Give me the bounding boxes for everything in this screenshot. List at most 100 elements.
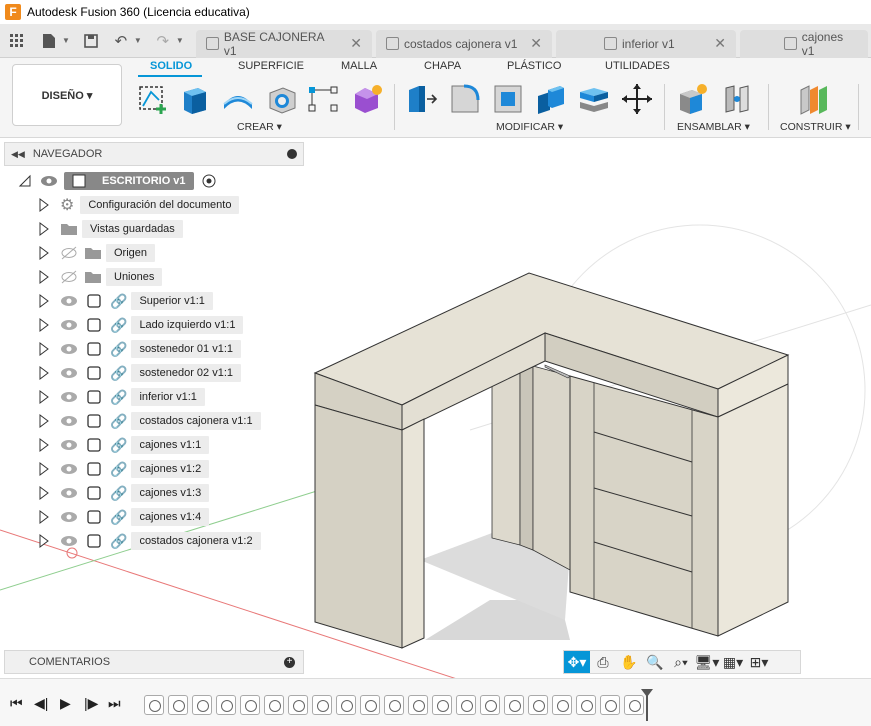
joint-icon[interactable] [720, 82, 754, 116]
workspace-switcher-button[interactable]: DISEÑO ▾ [12, 64, 122, 126]
comments-panel-header[interactable]: COMENTARIOS + [4, 650, 304, 674]
tree-item[interactable]: 🔗 cajones v1:1 [38, 434, 210, 456]
tree-item[interactable]: Vistas guardadas [38, 218, 183, 240]
expand-triangle-icon[interactable] [38, 246, 50, 260]
redo-dropdown-icon[interactable]: ▼ [176, 36, 184, 45]
timeline-feature[interactable] [432, 695, 452, 715]
close-icon[interactable]: ✕ [518, 35, 542, 52]
eye-icon[interactable] [60, 486, 78, 500]
tree-item[interactable]: 🔗 inferior v1:1 [38, 386, 205, 408]
step-back-icon[interactable]: ◀| [34, 695, 48, 712]
press-pull-icon[interactable] [405, 82, 439, 116]
tab-malla[interactable]: MALLA [341, 60, 377, 72]
group-label-crear[interactable]: CREAR ▾ [237, 121, 282, 133]
timeline-feature[interactable] [312, 695, 332, 715]
timeline-feature[interactable] [624, 695, 644, 715]
eye-icon[interactable] [40, 174, 58, 188]
step-forward-icon[interactable]: |▶ [84, 695, 98, 712]
timeline-track[interactable] [140, 687, 653, 721]
expand-triangle-icon[interactable] [38, 390, 50, 404]
file-dropdown-icon[interactable]: ▼ [62, 36, 70, 45]
redo-icon[interactable]: ↷ [152, 30, 174, 52]
tab-cajones[interactable]: cajones v1 [740, 29, 868, 58]
tree-item[interactable]: Origen [38, 242, 156, 264]
split-body-icon[interactable] [577, 82, 611, 116]
timeline-feature[interactable] [480, 695, 500, 715]
timeline-feature[interactable] [456, 695, 476, 715]
minimize-icon[interactable] [287, 149, 297, 159]
zoom-icon[interactable]: 🔍 [642, 651, 668, 673]
file-icon[interactable] [38, 30, 60, 52]
timeline-feature[interactable] [384, 695, 404, 715]
timeline-feature[interactable] [168, 695, 188, 715]
tree-item[interactable]: 🔗 costados cajonera v1:2 [38, 530, 261, 552]
navigator-panel-header[interactable]: ◀◀ NAVEGADOR [4, 142, 304, 166]
timeline-feature[interactable] [288, 695, 308, 715]
eye-icon[interactable] [60, 462, 78, 476]
fillet-icon[interactable] [448, 82, 482, 116]
root-component-chip[interactable]: ESCRITORIO v1 [64, 172, 194, 190]
eye-icon[interactable] [60, 294, 78, 308]
tab-superficie[interactable]: SUPERFICIE [238, 60, 304, 72]
tree-item[interactable]: 🔗 sostenedor 01 v1:1 [38, 338, 242, 360]
add-comment-icon[interactable]: + [284, 656, 295, 668]
tree-item[interactable]: 🔗 Lado izquierdo v1:1 [38, 314, 244, 336]
timeline-feature[interactable] [144, 695, 164, 715]
eye-icon[interactable] [60, 366, 78, 380]
tree-item[interactable]: 🔗 cajones v1:3 [38, 482, 210, 504]
eye-icon[interactable] [60, 390, 78, 404]
tree-item[interactable]: 🔗 cajones v1:4 [38, 506, 210, 528]
timeline-feature[interactable] [600, 695, 620, 715]
display-settings-icon[interactable]: 🖥▾ [694, 651, 720, 673]
eye-icon[interactable] [60, 414, 78, 428]
timeline-feature[interactable] [552, 695, 572, 715]
create-form-icon[interactable] [350, 82, 384, 116]
expand-triangle-icon[interactable] [38, 486, 50, 500]
create-sketch-icon[interactable] [137, 82, 171, 116]
group-label-construir[interactable]: CONSTRUIR ▾ [780, 121, 851, 133]
tree-item[interactable]: 🔗 costados cajonera v1:1 [38, 410, 261, 432]
timeline-feature[interactable] [240, 695, 260, 715]
go-to-start-icon[interactable]: ⏮ [10, 695, 23, 712]
close-icon[interactable]: ✕ [702, 35, 726, 52]
eye-icon[interactable] [60, 318, 78, 332]
rectangle-pattern-icon[interactable] [306, 82, 340, 116]
expand-triangle-icon[interactable] [38, 294, 50, 308]
timeline-feature[interactable] [192, 695, 212, 715]
timeline-feature[interactable] [528, 695, 548, 715]
tree-item[interactable]: Uniones [38, 266, 163, 288]
tab-solido[interactable]: SOLIDO [150, 60, 192, 72]
tree-item[interactable]: 🔗 sostenedor 02 v1:1 [38, 362, 242, 384]
expand-triangle-icon[interactable] [38, 534, 50, 548]
expand-triangle-icon[interactable] [18, 174, 32, 188]
undo-dropdown-icon[interactable]: ▼ [134, 36, 142, 45]
eye-icon[interactable] [60, 342, 78, 356]
timeline-marker[interactable] [641, 689, 653, 721]
grid-settings-icon[interactable]: ▦▾ [720, 651, 746, 673]
fit-icon[interactable]: ⌕▾ [668, 651, 694, 673]
collapse-panel-icon[interactable]: ◀◀ [11, 149, 25, 160]
go-to-end-icon[interactable]: ⏭ [108, 695, 121, 712]
activate-radio-icon[interactable] [202, 174, 216, 188]
group-label-modificar[interactable]: MODIFICAR ▾ [496, 121, 563, 133]
eye-hidden-icon[interactable] [60, 270, 78, 284]
tab-chapa[interactable]: CHAPA [424, 60, 461, 72]
offset-plane-icon[interactable] [797, 82, 831, 116]
save-icon[interactable] [80, 30, 102, 52]
eye-hidden-icon[interactable] [60, 246, 78, 260]
tree-item[interactable]: 🔗 cajones v1:2 [38, 458, 210, 480]
expand-triangle-icon[interactable] [38, 198, 50, 212]
tab-plastico[interactable]: PLÁSTICO [507, 60, 561, 72]
timeline-feature[interactable] [504, 695, 524, 715]
expand-triangle-icon[interactable] [38, 342, 50, 356]
timeline-feature[interactable] [360, 695, 380, 715]
look-at-icon[interactable]: ⎙ [590, 651, 616, 673]
play-icon[interactable]: ▶ [60, 695, 71, 712]
timeline-feature[interactable] [264, 695, 284, 715]
timeline-feature[interactable] [216, 695, 236, 715]
expand-triangle-icon[interactable] [38, 318, 50, 332]
expand-triangle-icon[interactable] [38, 462, 50, 476]
eye-icon[interactable] [60, 534, 78, 548]
move-icon[interactable] [620, 82, 654, 116]
expand-triangle-icon[interactable] [38, 414, 50, 428]
